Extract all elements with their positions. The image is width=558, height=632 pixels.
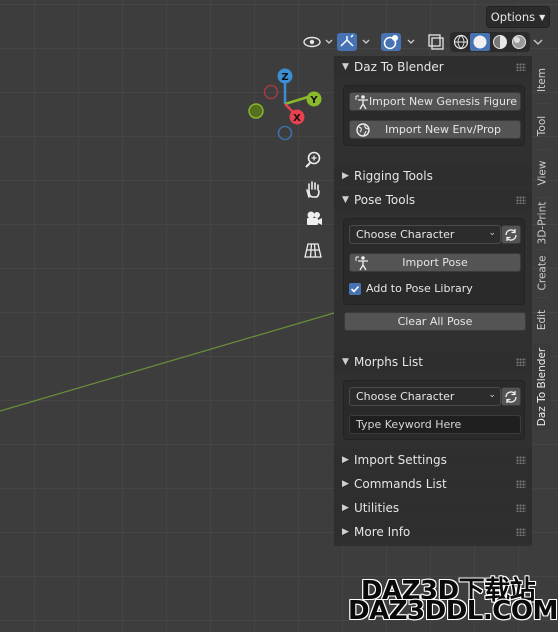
checkmark-icon xyxy=(350,285,360,293)
pose-tools-box: Choose Character ⌄ Import Pose Add to Po… xyxy=(343,218,525,305)
keyword-search-input[interactable]: Type Keyword Here xyxy=(349,415,521,434)
section-title: Morphs List xyxy=(354,355,423,369)
tab-3d-print[interactable]: 3D-Print xyxy=(533,198,551,248)
figure-icon xyxy=(355,256,368,271)
commands-list-header[interactable]: ▶ Commands List xyxy=(334,473,532,495)
import-env-prop-button[interactable]: Import New Env/Prop xyxy=(349,120,521,139)
chevron-down-icon: ⌄ xyxy=(488,228,496,238)
neg-z-axis-handle[interactable] xyxy=(277,125,293,141)
import-genesis-figure-button[interactable]: Import New Genesis Figure xyxy=(349,92,521,111)
zoom-icon xyxy=(305,151,321,168)
x-axis-label: X xyxy=(293,113,301,124)
tab-edit[interactable]: Edit xyxy=(533,298,551,342)
drag-handle-icon[interactable] xyxy=(516,196,526,204)
clear-all-pose-button[interactable]: Clear All Pose xyxy=(344,312,526,331)
collapsed-arrow-icon: ▶ xyxy=(342,171,349,181)
sidebar-tabs: Item Tool View 3D-Print Create Edit Daz … xyxy=(533,56,551,436)
tab-item[interactable]: Item xyxy=(533,58,551,102)
import-genesis-figure-label: Import New Genesis Figure xyxy=(368,95,518,108)
dropdown-value: Choose Character xyxy=(356,228,455,241)
drag-handle-icon[interactable] xyxy=(516,528,526,536)
tab-daz-to-blender[interactable]: Daz To Blender xyxy=(533,344,551,430)
clear-all-pose-label: Clear All Pose xyxy=(397,315,473,328)
tab-tool[interactable]: Tool xyxy=(533,104,551,148)
collapsed-arrow-icon: ▶ xyxy=(342,527,349,537)
expanded-arrow-icon: ▼ xyxy=(342,357,349,367)
tab-label: Item xyxy=(536,68,548,92)
section-title: Import Settings xyxy=(354,453,447,467)
drag-handle-icon[interactable] xyxy=(516,358,526,366)
section-title: More Info xyxy=(354,525,411,539)
pose-choose-character-dropdown[interactable]: Choose Character ⌄ xyxy=(349,225,501,244)
add-to-pose-library-checkbox[interactable]: Add to Pose Library xyxy=(349,282,473,295)
checkbox-checked[interactable] xyxy=(349,282,361,295)
rigging-tools-header[interactable]: ▶ Rigging Tools xyxy=(334,165,532,187)
pose-tools-header[interactable]: ▼ Pose Tools xyxy=(334,189,532,211)
import-env-prop-label: Import New Env/Prop xyxy=(384,123,502,136)
utilities-header[interactable]: ▶ Utilities xyxy=(334,497,532,519)
morphs-choose-character-dropdown[interactable]: Choose Character ⌄ xyxy=(349,387,501,406)
refresh-icon xyxy=(505,228,517,241)
section-title: Daz To Blender xyxy=(354,60,444,74)
collapsed-arrow-icon: ▶ xyxy=(342,455,349,465)
zoom-button[interactable] xyxy=(300,147,326,173)
more-info-header[interactable]: ▶ More Info xyxy=(334,521,532,543)
figure-icon xyxy=(355,95,368,110)
y-axis-label: Y xyxy=(309,95,318,106)
dropdown-value: Choose Character xyxy=(356,390,455,403)
pan-button[interactable] xyxy=(300,176,326,202)
tab-label: Daz To Blender xyxy=(536,347,548,427)
globe-icon xyxy=(356,123,370,137)
tab-label: Tool xyxy=(536,115,548,137)
tab-view[interactable]: View xyxy=(533,150,551,196)
drag-handle-icon[interactable] xyxy=(516,456,526,464)
collapsed-arrow-icon: ▶ xyxy=(342,479,349,489)
tab-label: 3D-Print xyxy=(536,201,548,245)
tab-label: Edit xyxy=(536,309,548,331)
collapsed-arrow-icon: ▶ xyxy=(342,503,349,513)
watermark-line2: DAZ3DDL.COM xyxy=(348,596,558,626)
tab-label: View xyxy=(536,160,549,186)
drag-handle-icon[interactable] xyxy=(516,504,526,512)
tab-create[interactable]: Create xyxy=(533,250,551,296)
camera-icon xyxy=(307,211,322,225)
drag-handle-icon[interactable] xyxy=(516,480,526,488)
morphs-refresh-button[interactable] xyxy=(501,387,521,406)
neg-x-axis-handle[interactable] xyxy=(263,84,279,100)
perspective-toggle-button[interactable] xyxy=(300,237,326,263)
section-title: Rigging Tools xyxy=(354,169,433,183)
chevron-down-icon: ⌄ xyxy=(488,390,496,400)
pose-refresh-button[interactable] xyxy=(501,225,521,244)
import-pose-button[interactable]: Import Pose xyxy=(349,253,521,272)
section-title: Utilities xyxy=(354,501,400,515)
import-settings-header[interactable]: ▶ Import Settings xyxy=(334,449,532,471)
expanded-arrow-icon: ▼ xyxy=(342,62,349,72)
morphs-list-header[interactable]: ▼ Morphs List xyxy=(334,351,532,373)
keyword-placeholder: Type Keyword Here xyxy=(356,418,462,431)
import-pose-label: Import Pose xyxy=(402,256,468,269)
daz-to-blender-header[interactable]: ▼ Daz To Blender xyxy=(334,56,532,78)
section-title: Pose Tools xyxy=(354,193,416,207)
grid-icon xyxy=(304,243,322,258)
camera-view-button[interactable] xyxy=(300,206,326,232)
section-title: Commands List xyxy=(354,477,447,491)
hand-icon xyxy=(306,181,320,198)
tab-label: Create xyxy=(536,255,549,291)
morphs-list-box: Choose Character ⌄ Type Keyword Here xyxy=(343,380,525,440)
drag-handle-icon[interactable] xyxy=(516,63,526,71)
daz-to-blender-box: Import New Genesis Figure Import New Env… xyxy=(343,85,525,146)
neg-y-axis-handle[interactable] xyxy=(248,103,264,119)
checkbox-label: Add to Pose Library xyxy=(366,282,473,295)
refresh-icon xyxy=(505,390,517,403)
expanded-arrow-icon: ▼ xyxy=(342,195,349,205)
sidebar-panel: ▼ Daz To Blender Import New Genesis Figu… xyxy=(334,56,532,546)
z-axis-label: Z xyxy=(281,72,288,83)
